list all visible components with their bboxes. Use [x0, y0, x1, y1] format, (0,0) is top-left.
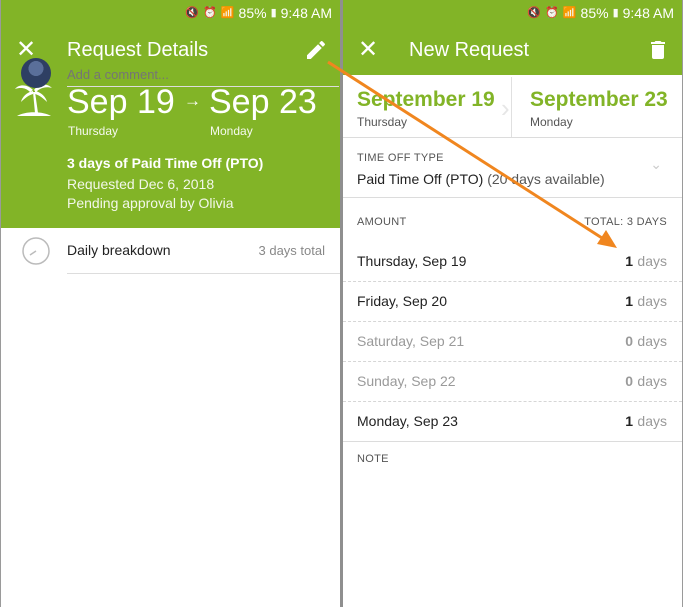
start-weekday: Thursday: [357, 115, 408, 129]
page-title: Request Details: [67, 38, 209, 61]
status-bar: 🔇 ⏰ 📶 85% ▮ 9:48 AM: [343, 0, 682, 25]
mute-icon: 🔇: [185, 7, 200, 19]
start-date-picker[interactable]: September 19: [357, 88, 495, 112]
day-count[interactable]: 1: [625, 293, 633, 309]
new-request-screen: 🔇 ⏰ 📶 85% ▮ 9:48 AM ✕ New Request Septem…: [343, 0, 682, 607]
day-name: Monday, Sep 23: [357, 413, 458, 429]
wifi-icon: 📶: [220, 7, 235, 19]
time-off-type-label: TIME OFF TYPE: [357, 152, 444, 164]
alarm-icon: ⏰: [545, 7, 559, 19]
day-unit: days: [637, 253, 667, 269]
day-count[interactable]: 0: [625, 373, 633, 389]
comment-input[interactable]: [67, 62, 339, 87]
day-unit: days: [637, 413, 667, 429]
end-date-picker[interactable]: September 23: [530, 88, 668, 112]
request-summary: Sep 19 → Sep 23 Thursday Monday 3 days o…: [1, 75, 340, 228]
time-off-type-name: Paid Time Off (PTO): [357, 171, 484, 187]
pencil-icon[interactable]: [304, 38, 328, 62]
day-name: Saturday, Sep 21: [357, 333, 465, 349]
day-count[interactable]: 0: [625, 333, 633, 349]
time-off-type-value: Paid Time Off (PTO) (20 days available): [357, 171, 605, 187]
mute-icon: 🔇: [527, 7, 542, 19]
date-range-selector: September 19 Thursday › September 23 Mon…: [343, 75, 682, 138]
trash-icon[interactable]: [646, 38, 670, 62]
arrow-right-icon: →: [184, 91, 201, 110]
status-time: 9:48 AM: [280, 4, 332, 21]
day-unit: days: [637, 373, 667, 389]
status-bar: 🔇 ⏰ 📶 85% ▮ 9:48 AM: [1, 0, 340, 25]
day-count[interactable]: 1: [625, 413, 633, 429]
chevron-down-icon: ⌄: [650, 156, 662, 172]
amount-header: AMOUNT TOTAL: 3 DAYS: [343, 216, 682, 242]
note-label: NOTE: [357, 453, 389, 465]
daily-breakdown-row[interactable]: Daily breakdown 3 days total: [1, 228, 340, 274]
daily-breakdown-total: 3 days total: [258, 243, 326, 258]
amount-label: AMOUNT: [357, 216, 407, 228]
end-weekday: Monday: [530, 115, 573, 129]
end-weekday: Monday: [210, 124, 253, 138]
battery-level: 85%: [580, 4, 609, 21]
days-available: (20 days available): [487, 171, 605, 187]
clock-icon: [22, 237, 50, 265]
chevron-right-icon: ›: [501, 93, 510, 123]
end-date: Sep 23: [209, 83, 317, 121]
page-title: New Request: [409, 38, 530, 61]
wifi-icon: 📶: [562, 7, 577, 19]
approval-status: Pending approval by Olivia: [67, 195, 234, 211]
list-item[interactable]: Thursday, Sep 19 1 days: [343, 242, 682, 282]
list-item[interactable]: Friday, Sep 20 1 days: [343, 282, 682, 322]
daily-breakdown-label: Daily breakdown: [67, 242, 171, 258]
avatar: [21, 58, 51, 88]
day-name: Friday, Sep 20: [357, 293, 448, 309]
day-unit: days: [637, 333, 667, 349]
status-time: 9:48 AM: [622, 4, 674, 21]
list-item[interactable]: Monday, Sep 23 1 days: [343, 402, 682, 442]
day-unit: days: [637, 293, 667, 309]
daily-amount-list: Thursday, Sep 19 1 days Friday, Sep 20 1 days…: [343, 242, 682, 442]
start-date: Sep 19: [67, 83, 175, 121]
close-icon[interactable]: ✕: [343, 25, 393, 75]
request-details-screen: 🔇 ⏰ 📶 85% ▮ 9:48 AM ✕ Request Details Se…: [1, 0, 340, 607]
request-summary-text: 3 days of Paid Time Off (PTO): [67, 155, 264, 171]
battery-level: 85%: [238, 4, 267, 21]
day-count[interactable]: 1: [625, 253, 633, 269]
date-separator: [511, 77, 512, 137]
alarm-icon: ⏰: [203, 7, 217, 19]
total-days-label: TOTAL: 3 DAYS: [584, 216, 667, 228]
app-bar: ✕ New Request: [343, 25, 682, 75]
day-name: Sunday, Sep 22: [357, 373, 456, 389]
list-item[interactable]: Sunday, Sep 22 0 days: [343, 362, 682, 402]
time-off-type-select[interactable]: TIME OFF TYPE Paid Time Off (PTO) (20 da…: [343, 138, 682, 198]
battery-icon: ▮: [612, 7, 619, 19]
start-weekday: Thursday: [68, 124, 119, 138]
requested-date: Requested Dec 6, 2018: [67, 176, 215, 192]
battery-icon: ▮: [270, 7, 277, 19]
day-name: Thursday, Sep 19: [357, 253, 467, 269]
list-item[interactable]: Saturday, Sep 21 0 days: [343, 322, 682, 362]
